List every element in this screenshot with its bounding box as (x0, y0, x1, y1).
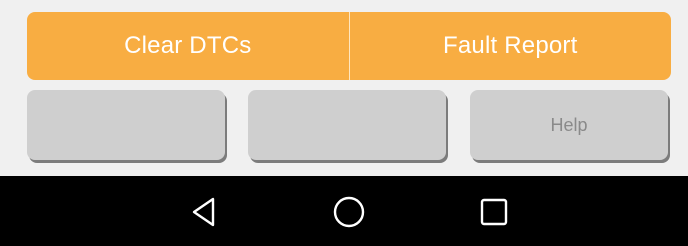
home-circle-icon[interactable] (331, 194, 367, 230)
recents-square-icon[interactable] (476, 194, 512, 230)
fault-report-button[interactable]: Fault Report (350, 12, 672, 80)
android-navigation-bar (0, 176, 688, 246)
app-content: Clear DTCs Fault Report Help (0, 0, 688, 176)
clear-dtcs-button[interactable]: Clear DTCs (27, 12, 349, 80)
back-triangle-icon[interactable] (186, 194, 222, 230)
secondary-button-2[interactable] (248, 90, 446, 160)
primary-action-bar: Clear DTCs Fault Report (27, 12, 671, 80)
secondary-action-row: Help (27, 90, 671, 162)
help-button[interactable]: Help (470, 90, 668, 160)
secondary-button-1[interactable] (27, 90, 225, 160)
